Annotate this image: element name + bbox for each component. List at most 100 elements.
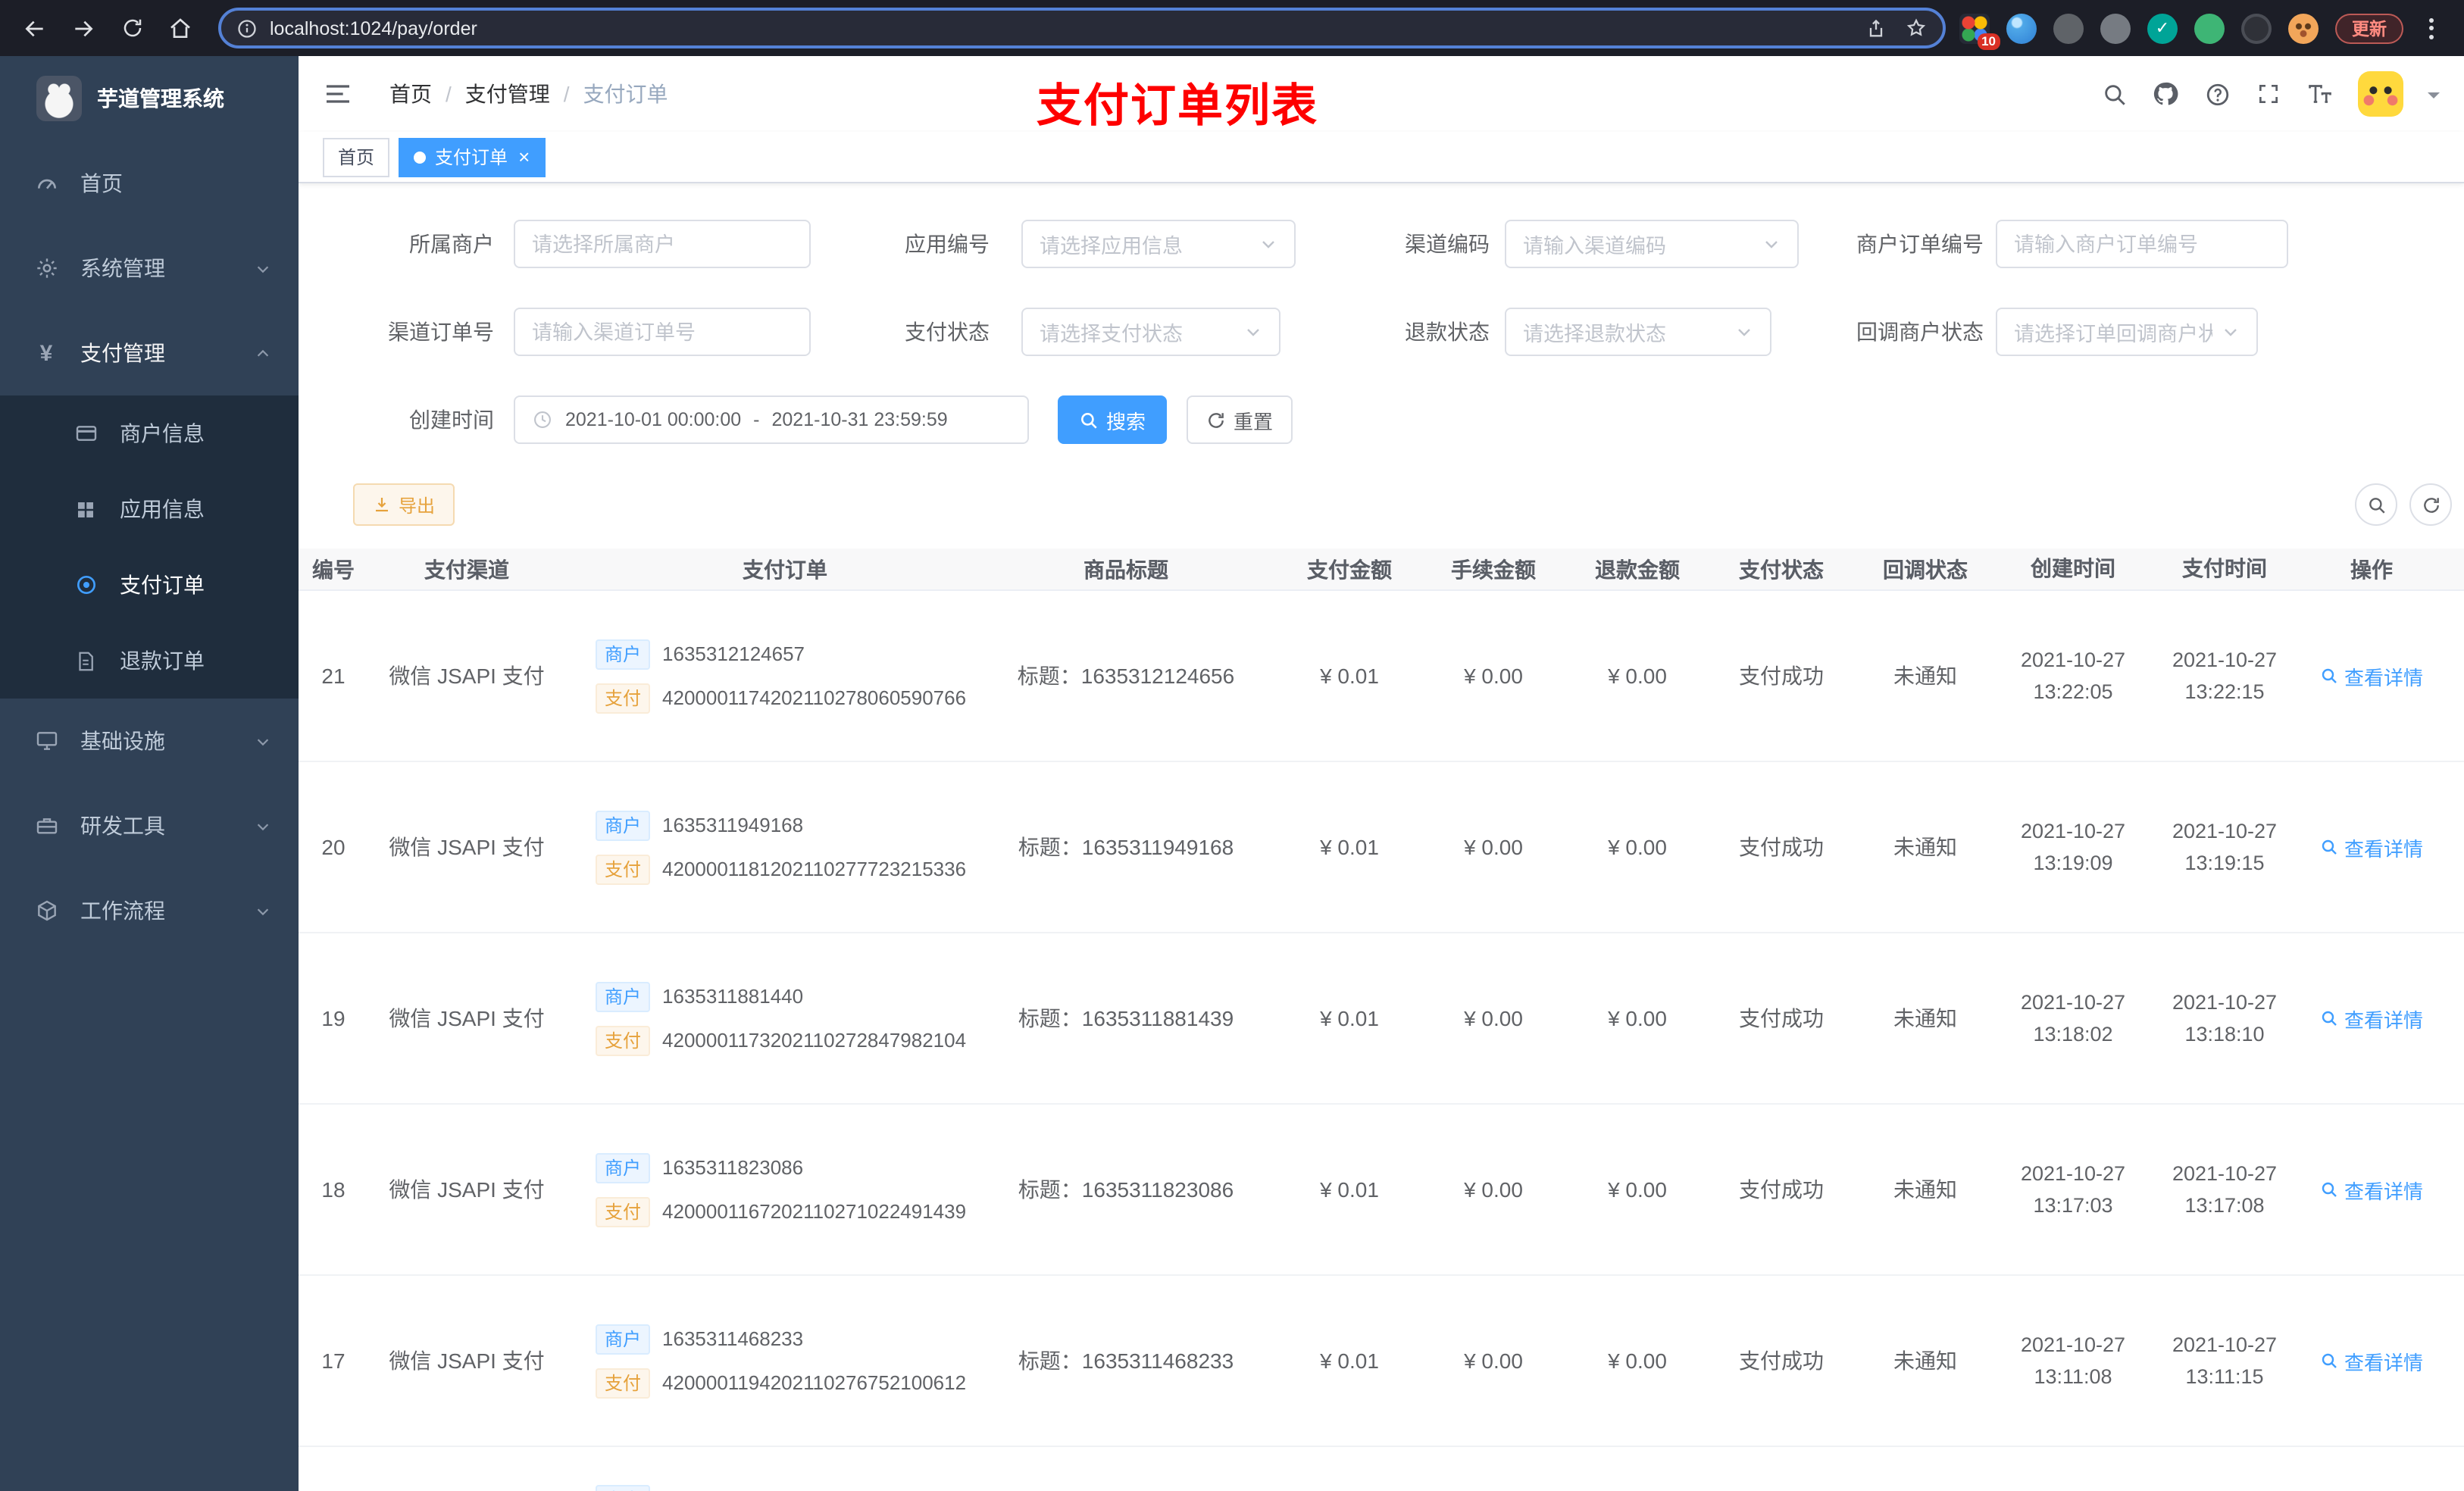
credit-card-icon (73, 420, 98, 446)
address-bar[interactable]: localhost:1024/pay/order (218, 8, 1946, 48)
refresh-icon[interactable] (112, 8, 152, 48)
page: localhost:1024/pay/order 10 ✓ 更新 芋道管理系统 … (0, 0, 2464, 1491)
app-logo[interactable]: 芋道管理系统 (0, 56, 299, 141)
caret-down-icon[interactable] (2428, 92, 2440, 104)
view-detail-link[interactable]: 查看详情 (2320, 833, 2423, 861)
search-icon[interactable] (2100, 80, 2128, 108)
extension-check-icon[interactable]: ✓ (2147, 13, 2178, 43)
sidebar-item-home[interactable]: 首页 (0, 141, 299, 226)
merchant-tag: 商户 (596, 810, 651, 840)
fullscreen-icon[interactable] (2255, 80, 2282, 108)
hamburger-icon[interactable] (323, 79, 353, 109)
sidebar-item-label: 首页 (80, 171, 123, 195)
filter-label-create-time: 创建时间 (409, 408, 494, 432)
browser-chrome: localhost:1024/pay/order 10 ✓ 更新 (0, 0, 2464, 56)
sidebar: 芋道管理系统 首页 系统管理 ¥ 支付管理 商户信息 应用信息 支付订单 退款订… (0, 56, 299, 1491)
sidebar-item-infrastructure[interactable]: 基础设施 (0, 699, 299, 783)
date-end[interactable]: 2021-10-31 23:59:59 (772, 409, 948, 430)
extension-pinwheel-icon[interactable] (2241, 13, 2272, 43)
export-button[interactable]: 导出 (353, 483, 455, 526)
col-header-order: 支付订单 (743, 557, 827, 581)
github-icon[interactable] (2152, 80, 2179, 108)
view-detail-link[interactable]: 查看详情 (2320, 1346, 2423, 1375)
help-icon[interactable] (2203, 80, 2231, 108)
user-avatar[interactable] (2358, 71, 2403, 117)
filter-label-pay-status: 支付状态 (905, 320, 990, 344)
sidebar-item-payment[interactable]: ¥ 支付管理 (0, 311, 299, 395)
channel-code-select[interactable]: 请输入渠道编码 (1505, 220, 1799, 268)
font-size-icon[interactable] (2306, 80, 2334, 108)
extension-drop-icon[interactable] (2006, 13, 2037, 43)
tab-pay-order[interactable]: 支付订单 × (399, 137, 546, 177)
breadcrumb-home[interactable]: 首页 (389, 79, 432, 109)
merchant-order-no: 1635312124657 (662, 642, 805, 665)
app-filter-select[interactable]: 请选择应用信息 (1021, 220, 1296, 268)
merchant-filter-input[interactable] (514, 220, 811, 268)
url-text[interactable]: localhost:1024/pay/order (270, 17, 1865, 39)
search-button[interactable]: 搜索 (1058, 395, 1167, 444)
cell-id: 20 (321, 835, 346, 859)
refresh-icon (2423, 497, 2438, 512)
refresh-table-button[interactable] (2409, 483, 2452, 526)
merchant-order-no-input[interactable] (1996, 220, 2288, 268)
refund-status-select[interactable]: 请选择退款状态 (1505, 308, 1771, 356)
bookmark-star-icon[interactable] (1905, 17, 1928, 39)
merchant-tag: 商户 (596, 981, 651, 1011)
magnifier-icon (2322, 1353, 2337, 1368)
sidebar-item-pay-order[interactable]: 支付订单 (0, 547, 299, 623)
cell-id: 21 (321, 664, 346, 688)
sidebar-item-refund-order[interactable]: 退款订单 (0, 623, 299, 699)
close-icon[interactable]: × (518, 147, 530, 167)
extension-colorful-icon[interactable]: 10 (1959, 13, 2000, 49)
filter-form: 所属商户 应用编号 请选择应用信息 渠道编码 请输入渠道编码 商户订单编号 (299, 183, 2464, 444)
cell-pay-time: 2021-10-27 13:18:10 (2172, 991, 2278, 1046)
col-header-pay-time: 支付时间 (2182, 556, 2267, 580)
cell-order: 商户 1635311949168 支付 42000011812021102777232… (565, 803, 974, 891)
breadcrumb-separator: / (563, 82, 570, 106)
extension-chat-icon[interactable] (2194, 13, 2225, 43)
date-start[interactable]: 2021-10-01 00:00:00 (565, 409, 741, 430)
site-info-icon[interactable] (236, 17, 258, 39)
browser-menu-icon[interactable] (2420, 11, 2443, 45)
view-detail-link[interactable]: 查看详情 (2320, 1004, 2423, 1033)
extension-circle-icon[interactable] (2053, 13, 2084, 43)
extension-globe-icon[interactable] (2100, 13, 2131, 43)
notify-status-select[interactable]: 请选择订单回调商户状态 (1996, 308, 2258, 356)
cell-refund-amount: ¥ 0.00 (1608, 1349, 1667, 1373)
table-body: 21 微信 JSAPI 支付 商户 1635312124657 支付 4200001174… (299, 591, 2464, 1447)
table-row: 18 微信 JSAPI 支付 商户 1635311823086 支付 4200001167… (299, 1105, 2464, 1276)
cell-pay-time: 2021-10-27 13:19:15 (2172, 820, 2278, 874)
cell-title: 标题：1635311468233 (1018, 1349, 1234, 1373)
channel-order-no-input[interactable] (514, 308, 811, 356)
sidebar-item-system[interactable]: 系统管理 (0, 226, 299, 311)
tab-home[interactable]: 首页 (323, 137, 390, 177)
browser-profile-avatar[interactable] (2288, 13, 2319, 43)
cell-fee-amount: ¥ 0.00 (1464, 1349, 1523, 1373)
view-detail-link[interactable]: 查看详情 (2320, 1175, 2423, 1204)
pay-tag: 支付 (596, 854, 651, 884)
share-icon[interactable] (1865, 17, 1887, 39)
chevron-down-icon (2222, 323, 2240, 341)
update-button[interactable]: 更新 (2335, 13, 2403, 43)
sidebar-item-devtools[interactable]: 研发工具 (0, 783, 299, 868)
sidebar-item-merchant-info[interactable]: 商户信息 (0, 395, 299, 471)
extension-badge: 10 (1977, 33, 2000, 49)
active-dot (414, 151, 427, 163)
pay-status-select[interactable]: 请选择支付状态 (1021, 308, 1280, 356)
table-row: 20 微信 JSAPI 支付 商户 1635311949168 支付 4200001181… (299, 762, 2464, 933)
cell-title: 标题：1635312124656 (1017, 664, 1235, 688)
forward-icon[interactable] (64, 8, 103, 48)
merchant-order-no: 1635311881440 (662, 985, 804, 1008)
sidebar-item-workflow[interactable]: 工作流程 (0, 868, 299, 953)
breadcrumb-payment[interactable]: 支付管理 (465, 79, 550, 109)
cell-notify-status: 未通知 (1893, 835, 1957, 859)
home-icon[interactable] (161, 8, 200, 48)
sidebar-item-app-info[interactable]: 应用信息 (0, 471, 299, 547)
annotation-text: 支付订单列表 (1037, 82, 1318, 132)
back-icon[interactable] (15, 8, 55, 48)
toggle-search-button[interactable] (2355, 483, 2397, 526)
reset-button[interactable]: 重置 (1187, 395, 1293, 444)
view-detail-link[interactable]: 查看详情 (2320, 661, 2423, 690)
create-time-range-input[interactable]: 2021-10-01 00:00:00 - 2021-10-31 23:59:5… (514, 395, 1029, 444)
cell-order: 商户 1635312124657 支付 42000011742021102780605… (565, 632, 974, 720)
